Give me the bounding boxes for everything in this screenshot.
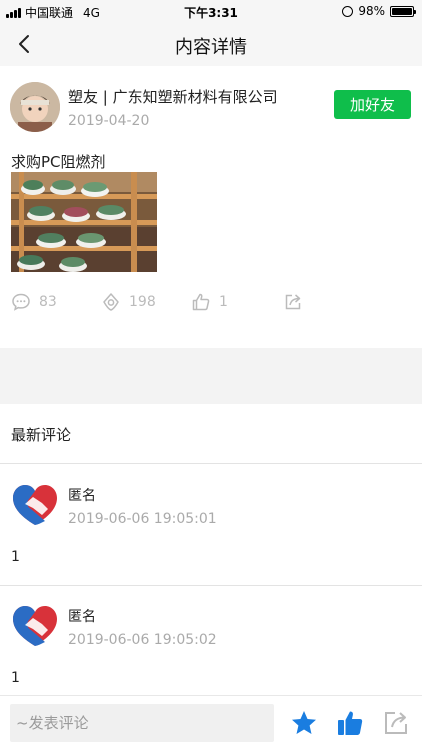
share-icon bbox=[285, 294, 301, 310]
post-actions: 83 198 1 bbox=[0, 292, 422, 322]
nav-bar: 内容详情 bbox=[0, 22, 422, 66]
page-title: 内容详情 bbox=[175, 37, 247, 58]
view-count-value: 198 bbox=[129, 294, 156, 310]
divider bbox=[0, 463, 422, 464]
author-name[interactable]: 塑友 | 广东知塑新材料有限公司 bbox=[68, 86, 278, 107]
status-bar: 中国联通 4G 下午3:31 98% bbox=[0, 0, 422, 22]
comment-input[interactable] bbox=[10, 704, 274, 742]
section-separator bbox=[0, 348, 422, 404]
post-image[interactable] bbox=[11, 172, 157, 272]
comment-body: 1 bbox=[11, 670, 20, 686]
comment-date: 2019-06-06 19:05:01 bbox=[68, 511, 217, 527]
rotation-lock-icon bbox=[342, 5, 354, 17]
battery-icon bbox=[390, 5, 416, 17]
bottom-bar bbox=[0, 695, 422, 750]
share-icon bbox=[385, 712, 407, 734]
share-button[interactable] bbox=[283, 292, 303, 312]
post-text: 求购PC阻燃剂 bbox=[11, 153, 106, 171]
battery-percent: 98% bbox=[358, 4, 385, 18]
commenter-name: 匿名 bbox=[68, 488, 96, 504]
eye-icon bbox=[103, 293, 119, 311]
share-bottom-button[interactable] bbox=[382, 709, 410, 737]
comments-section-title: 最新评论 bbox=[11, 426, 72, 444]
commenter-avatar[interactable] bbox=[11, 604, 59, 648]
thumbs-up-filled-icon bbox=[338, 711, 363, 735]
comment-count-button[interactable]: 83 bbox=[11, 292, 57, 312]
battery-fill bbox=[392, 7, 412, 15]
view-count: 198 bbox=[101, 292, 156, 312]
like-bottom-button[interactable] bbox=[336, 709, 364, 737]
status-right: 98% bbox=[342, 4, 416, 18]
comment-item: 匿名 2019-06-06 19:05:01 1 bbox=[0, 465, 422, 585]
commenter-name: 匿名 bbox=[68, 609, 96, 625]
like-count: 1 bbox=[219, 294, 228, 310]
author-avatar[interactable] bbox=[10, 82, 60, 132]
like-button[interactable]: 1 bbox=[191, 292, 228, 312]
comment-item: 匿名 2019-06-06 19:05:02 1 bbox=[0, 586, 422, 706]
post-card: 塑友 | 广东知塑新材料有限公司 2019-04-20 加好友 求购PC阻燃剂 bbox=[0, 66, 422, 348]
post-date: 2019-04-20 bbox=[68, 113, 150, 129]
star-icon bbox=[292, 711, 316, 734]
commenter-avatar[interactable] bbox=[11, 483, 59, 527]
comment-date: 2019-06-06 19:05:02 bbox=[68, 632, 217, 648]
favorite-button[interactable] bbox=[290, 709, 318, 737]
add-friend-button[interactable]: 加好友 bbox=[334, 90, 411, 119]
comment-body: 1 bbox=[11, 549, 20, 565]
thumbs-up-icon bbox=[192, 293, 210, 311]
comment-icon bbox=[12, 293, 30, 311]
comment-count: 83 bbox=[39, 294, 57, 310]
